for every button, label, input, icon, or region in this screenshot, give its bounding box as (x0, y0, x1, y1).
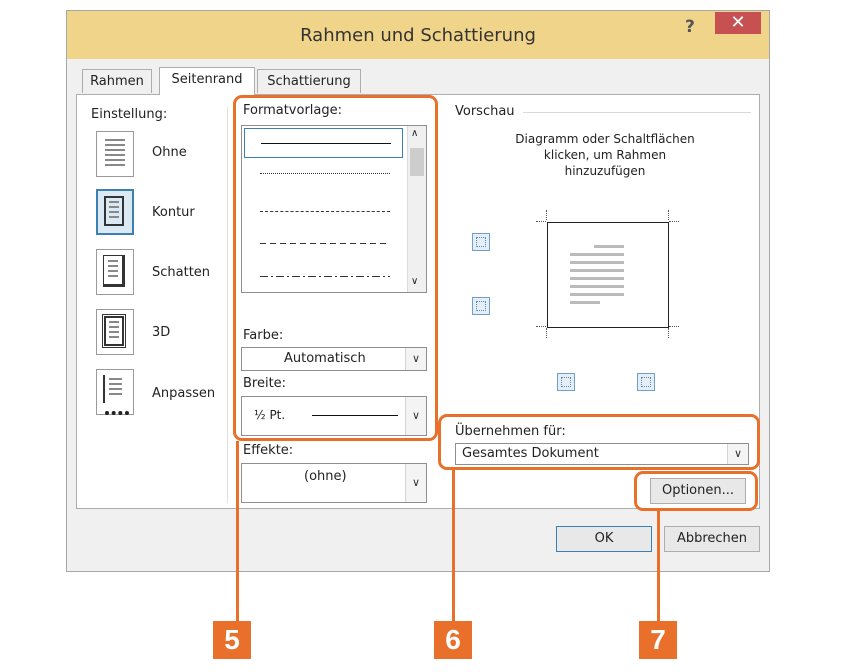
tab-schattierung-label: Schattierung (267, 74, 351, 89)
shadow-border-icon[interactable] (96, 249, 134, 295)
callout-7-line (657, 511, 660, 623)
tab-seitenrand-label: Seitenrand (171, 72, 243, 87)
setting-ohne-label[interactable]: Ohne (152, 145, 187, 160)
einstellung-heading: Einstellung: (91, 107, 168, 122)
callout-6-badge: 6 (434, 621, 472, 659)
callout-5-line (236, 441, 239, 623)
tab-rahmen[interactable]: Rahmen (82, 69, 152, 93)
tab-schattierung[interactable]: Schattierung (257, 69, 361, 93)
callout-7-outline (634, 471, 758, 511)
effekte-select[interactable]: (ohne) ∨ (241, 463, 427, 503)
setting-schatten-label[interactable]: Schatten (152, 265, 210, 280)
callout-6-outline (438, 414, 760, 470)
callout-5-badge: 5 (213, 621, 251, 659)
preview-page[interactable] (547, 222, 669, 328)
3d-border-icon[interactable] (96, 309, 134, 355)
tab-rahmen-label: Rahmen (90, 74, 144, 89)
callout-7-badge: 7 (639, 621, 677, 659)
callout-5-outline (233, 95, 438, 441)
top-border-icon[interactable] (472, 233, 490, 251)
setting-3d-label[interactable]: 3D (152, 325, 170, 340)
vorschau-hint-2: klicken, um Rahmen (543, 148, 667, 162)
close-button[interactable]: ✕ (715, 12, 761, 34)
help-icon[interactable]: ? (685, 17, 695, 37)
none-border-icon[interactable] (96, 131, 134, 177)
vorschau-hint-3: hinzuzufügen (564, 164, 646, 178)
effekte-value: (ohne) (304, 469, 347, 484)
vorschau-heading: Vorschau (455, 104, 515, 119)
vorschau-divider (523, 112, 751, 113)
column-divider (227, 107, 228, 503)
abbrechen-button[interactable]: Abbrechen (664, 526, 760, 552)
left-border-icon[interactable] (557, 373, 575, 391)
box-border-icon[interactable] (96, 189, 134, 235)
custom-border-icon[interactable] (96, 369, 134, 415)
callout-6-line (452, 470, 455, 623)
setting-kontur-label[interactable]: Kontur (152, 205, 195, 220)
effekte-label: Effekte: (243, 443, 294, 458)
vorschau-hint-1: Diagramm oder Schaltflächen (515, 132, 695, 146)
right-border-icon[interactable] (637, 373, 655, 391)
tab-seitenrand[interactable]: Seitenrand (159, 67, 255, 95)
chevron-down-icon[interactable]: ∨ (405, 464, 426, 502)
bottom-border-icon[interactable] (472, 297, 490, 315)
ok-button[interactable]: OK (556, 526, 652, 552)
setting-anpassen-label[interactable]: Anpassen (152, 386, 215, 401)
dialog-title: Rahmen und Schattierung (300, 25, 536, 46)
title-bar: Rahmen und Schattierung ? ✕ (67, 11, 769, 59)
